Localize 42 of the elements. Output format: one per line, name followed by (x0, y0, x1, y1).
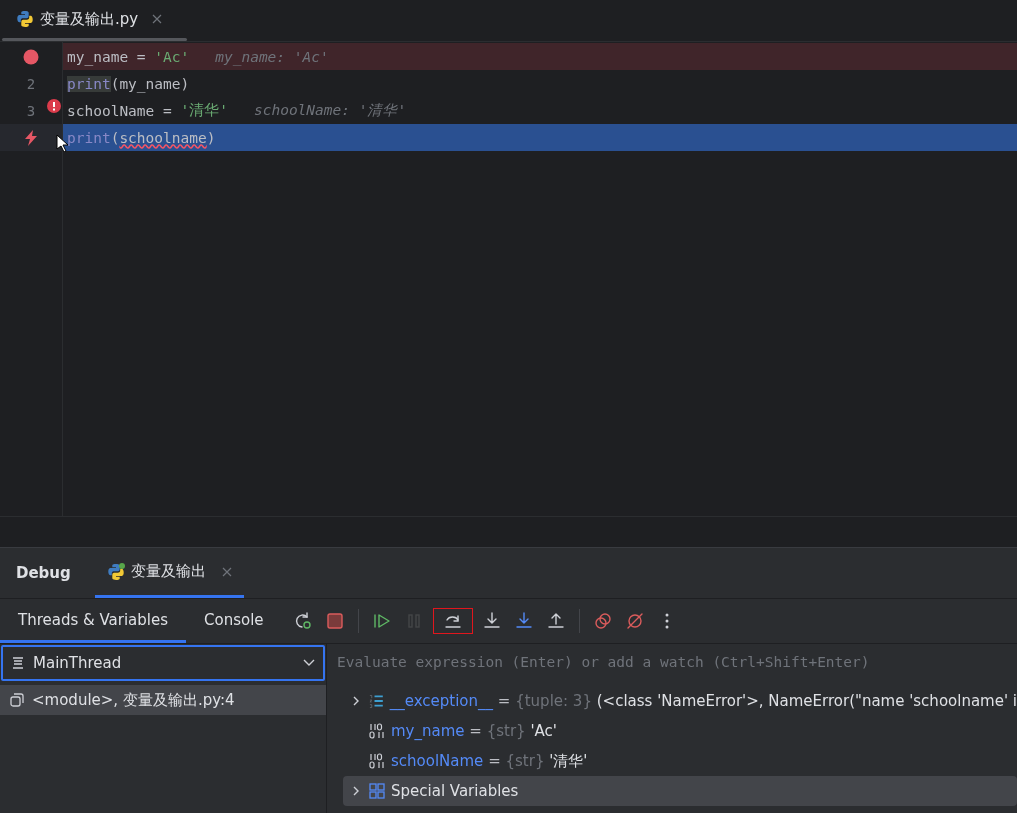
variable-row[interactable]: schoolName = {str} '清华' (343, 746, 1017, 776)
variable-entry: __exception__ = {tuple: 3} (<class 'NameError'>, NameError("name 'schoolname' i (389, 692, 1017, 710)
line-number: 2 (26, 75, 36, 92)
variable-row[interactable]: Special Variables (343, 776, 1017, 806)
breakpoint-icon[interactable] (23, 48, 39, 65)
mouse-cursor-icon (56, 134, 68, 152)
variable-entry: my_name = {str} 'Ac' (391, 722, 557, 740)
code-line: schoolName = '清华' schoolName: '清华' (66, 101, 408, 121)
close-icon[interactable] (221, 566, 232, 577)
variable-row[interactable]: __exception__ = {tuple: 3} (<class 'NameError'>, NameError("name 'schoolname' i (343, 686, 1017, 716)
python-icon (16, 10, 34, 28)
step-into-icon (513, 611, 534, 631)
debug-tab[interactable]: 变量及输出 (94, 548, 244, 598)
tab[interactable]: Console (186, 599, 282, 643)
toolbar-button[interactable] (432, 608, 473, 634)
binary-icon (369, 723, 385, 739)
frame-icon (10, 693, 24, 707)
list-icon (369, 693, 384, 709)
variable-row[interactable]: my_name = {str} 'Ac' (343, 716, 1017, 746)
variable-entry: schoolName = {str} '清华' (391, 751, 588, 771)
python-icon (106, 562, 125, 581)
resume-icon (371, 611, 392, 631)
more-icon (664, 613, 669, 629)
thread-dropdown[interactable]: MainThread (1, 645, 325, 681)
breakpoints-icon (592, 611, 613, 631)
editor-tab[interactable]: 变量及输出.py (40, 9, 139, 29)
line-number: 3 (26, 102, 36, 119)
thread-icon (11, 656, 25, 670)
stop-icon (324, 611, 345, 631)
close-icon[interactable] (152, 14, 163, 24)
scrollbar[interactable] (2, 38, 187, 41)
grid-icon (369, 783, 385, 799)
lightning-icon (24, 129, 38, 146)
chevron-down-icon (303, 659, 315, 667)
step-out-icon (545, 611, 566, 631)
panel-title: Debug (15, 563, 72, 584)
step-into-icon (481, 611, 502, 631)
code-line: print(my_name) (66, 74, 191, 95)
binary-icon (369, 753, 385, 769)
error-icon (47, 99, 61, 113)
frame-item[interactable]: <module>, 变量及输出.py:4 (0, 685, 326, 715)
variable-group: Special Variables (391, 782, 519, 800)
